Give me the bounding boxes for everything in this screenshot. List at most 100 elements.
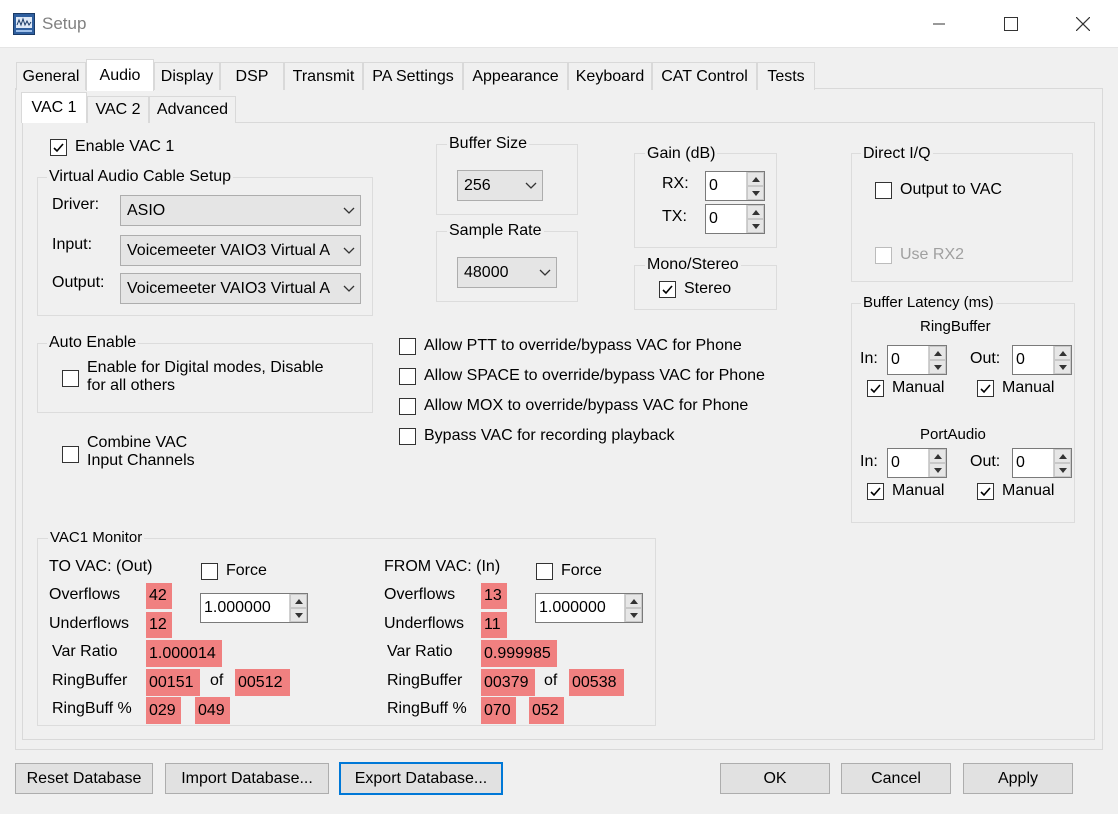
use-rx2-checkbox[interactable] (875, 247, 892, 264)
tab-cat-control[interactable]: CAT Control (652, 62, 757, 90)
allow-space-checkbox[interactable] (399, 368, 416, 385)
subtab-advanced[interactable]: Advanced (149, 96, 236, 123)
output-to-vac-label: Output to VAC (900, 181, 1002, 198)
pa-in-manual-checkbox[interactable] (867, 483, 884, 500)
to-force-checkbox[interactable] (201, 563, 218, 580)
from-ringbuffer-label: RingBuffer (387, 672, 463, 689)
checkmark-icon (980, 384, 991, 394)
spin-down-icon[interactable] (290, 608, 307, 622)
spin-down-icon[interactable] (1054, 360, 1071, 374)
vac1-monitor-title: VAC1 Monitor (48, 529, 145, 546)
input-select[interactable]: Voicemeeter VAIO3 Virtual A (120, 235, 361, 266)
checkmark-icon (53, 143, 64, 153)
tab-dsp[interactable]: DSP (220, 62, 284, 90)
chevron-down-icon (338, 285, 360, 293)
reset-database-button[interactable]: Reset Database (15, 763, 153, 794)
rb-out-label: Out: (970, 350, 1001, 367)
from-force-stepper[interactable]: 1.000000 (535, 593, 643, 623)
apply-button[interactable]: Apply (963, 763, 1073, 794)
chevron-down-icon (520, 182, 542, 190)
close-button[interactable] (1054, 0, 1112, 48)
from-of-label: of (544, 672, 558, 689)
driver-select[interactable]: ASIO (120, 195, 361, 226)
gain-rx-stepper[interactable]: 0 (705, 171, 765, 201)
to-force-stepper[interactable]: 1.000000 (200, 593, 308, 623)
minimize-button[interactable] (910, 0, 968, 48)
spin-down-icon[interactable] (747, 219, 764, 233)
sample-rate-select[interactable]: 48000 (457, 257, 557, 288)
driver-label: Driver: (52, 196, 100, 213)
spin-down-icon[interactable] (1054, 463, 1071, 477)
spin-down-icon[interactable] (625, 608, 642, 622)
spin-down-icon[interactable] (929, 463, 946, 477)
tab-appearance[interactable]: Appearance (463, 62, 568, 90)
to-ringbuffer-total: 00512 (235, 669, 290, 696)
to-ringbuff-pct-label: RingBuff % (52, 700, 132, 717)
stereo-checkbox[interactable] (659, 281, 676, 298)
from-ringbuff-pct-label: RingBuff % (387, 700, 467, 717)
tab-audio[interactable]: Audio (86, 59, 154, 91)
spin-up-icon[interactable] (747, 172, 764, 186)
tab-keyboard[interactable]: Keyboard (568, 62, 652, 90)
rb-in-stepper[interactable]: 0 (887, 345, 947, 375)
spin-up-icon[interactable] (290, 594, 307, 608)
from-force-checkbox[interactable] (536, 563, 553, 580)
combine-vac-label: Combine VAC Input Channels (87, 434, 195, 469)
bypass-recording-checkbox[interactable] (399, 428, 416, 445)
subtab-vac2[interactable]: VAC 2 (87, 96, 149, 123)
output-to-vac-checkbox[interactable] (875, 182, 892, 199)
tab-transmit[interactable]: Transmit (284, 62, 363, 90)
spin-down-icon[interactable] (747, 186, 764, 200)
allow-space-label: Allow SPACE to override/bypass VAC for P… (424, 367, 765, 384)
to-var-ratio-value: 1.000014 (146, 640, 222, 667)
from-var-ratio-value: 0.999985 (481, 640, 557, 667)
auto-enable-checkbox[interactable] (62, 370, 79, 387)
spin-up-icon[interactable] (929, 449, 946, 463)
import-database-button[interactable]: Import Database... (165, 763, 329, 794)
to-pct2-value: 049 (195, 697, 230, 724)
chevron-down-icon (338, 207, 360, 215)
ok-button[interactable]: OK (720, 763, 830, 794)
spin-up-icon[interactable] (747, 205, 764, 219)
spin-up-icon[interactable] (929, 346, 946, 360)
tab-pa-settings[interactable]: PA Settings (363, 62, 463, 90)
rb-out-manual-label: Manual (1002, 379, 1055, 396)
tab-tests[interactable]: Tests (757, 62, 815, 90)
from-vac-header: FROM VAC: (In) (384, 558, 501, 575)
tab-display[interactable]: Display (154, 62, 220, 90)
enable-vac-checkbox[interactable] (50, 139, 67, 156)
combine-vac-checkbox[interactable] (62, 446, 79, 463)
spin-down-icon[interactable] (929, 360, 946, 374)
mono-stereo-title: Mono/Stereo (645, 256, 741, 274)
export-database-button[interactable]: Export Database... (339, 762, 503, 795)
rb-out-manual-checkbox[interactable] (977, 380, 994, 397)
pa-out-manual-checkbox[interactable] (977, 483, 994, 500)
pa-out-stepper[interactable]: 0 (1012, 448, 1072, 478)
stereo-label: Stereo (684, 280, 732, 297)
tab-general[interactable]: General (16, 62, 86, 90)
allow-ptt-checkbox[interactable] (399, 338, 416, 355)
buffer-latency-title: Buffer Latency (ms) (861, 294, 996, 311)
buffer-size-select[interactable]: 256 (457, 170, 543, 201)
from-underflows-value: 11 (481, 612, 507, 638)
from-overflows-label: Overflows (384, 586, 456, 603)
spin-up-icon[interactable] (625, 594, 642, 608)
app-icon (13, 13, 35, 35)
allow-mox-checkbox[interactable] (399, 398, 416, 415)
to-underflows-value: 12 (146, 612, 172, 638)
output-select[interactable]: Voicemeeter VAIO3 Virtual A (120, 273, 361, 304)
allow-mox-label: Allow MOX to override/bypass VAC for Pho… (424, 397, 749, 414)
gain-tx-stepper[interactable]: 0 (705, 204, 765, 234)
subtab-vac1[interactable]: VAC 1 (21, 92, 87, 123)
maximize-button[interactable] (982, 0, 1040, 48)
cancel-button[interactable]: Cancel (841, 763, 951, 794)
rb-in-manual-checkbox[interactable] (867, 380, 884, 397)
pa-in-stepper[interactable]: 0 (887, 448, 947, 478)
spin-up-icon[interactable] (1054, 346, 1071, 360)
pa-out-manual-label: Manual (1002, 482, 1055, 499)
chevron-down-icon (534, 269, 556, 277)
rb-out-stepper[interactable]: 0 (1012, 345, 1072, 375)
to-pct1-value: 029 (146, 697, 181, 724)
direct-iq-title: Direct I/Q (861, 145, 933, 163)
spin-up-icon[interactable] (1054, 449, 1071, 463)
